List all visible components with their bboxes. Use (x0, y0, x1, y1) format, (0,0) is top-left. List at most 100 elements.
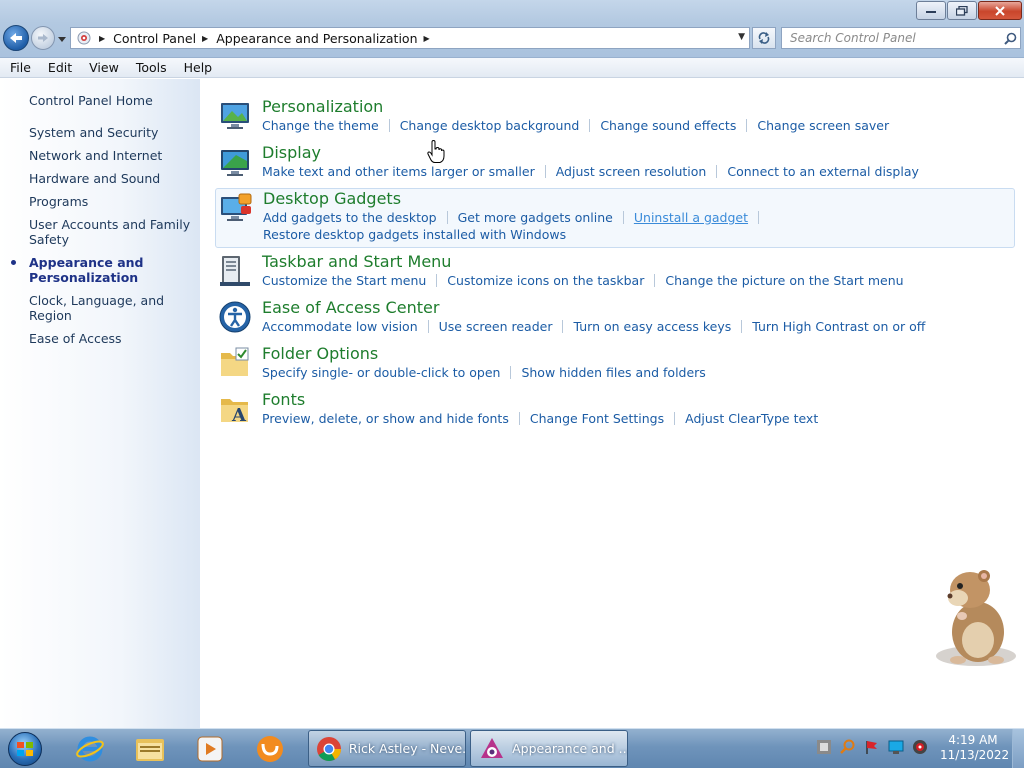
ease-of-access-icon[interactable] (218, 300, 252, 334)
uc-browser-button[interactable] (244, 731, 296, 767)
media-player-button[interactable] (184, 731, 236, 767)
left-navigation-pane: Control Panel Home System and Security Ne… (0, 79, 200, 729)
menu-edit[interactable]: Edit (38, 60, 79, 75)
taskbar-task-control-panel[interactable]: Appearance and ... (470, 730, 628, 767)
task-link[interactable]: Show hidden files and folders (521, 365, 705, 380)
refresh-button[interactable] (752, 27, 776, 49)
sidebar-item[interactable]: Clock, Language, and Region (29, 293, 197, 323)
category-title[interactable]: Fonts (262, 390, 305, 409)
tray-search-icon[interactable] (840, 739, 856, 755)
sidebar-item[interactable]: Ease of Access (29, 331, 197, 346)
task-link[interactable]: Change desktop background (400, 118, 580, 133)
search-icon[interactable] (1000, 32, 1020, 45)
network-icon[interactable] (888, 739, 904, 755)
category-title[interactable]: Folder Options (262, 344, 378, 363)
personalization-icon[interactable] (218, 99, 252, 133)
sidebar-item-label: Ease of Access (29, 331, 122, 346)
sidebar-item[interactable]: User Accounts and Family Safety (29, 217, 197, 247)
search-box[interactable]: Search Control Panel (781, 27, 1021, 49)
sidebar-item[interactable]: Hardware and Sound (29, 171, 197, 186)
fonts-icon[interactable]: A (218, 392, 252, 426)
desktop-gadgets-icon[interactable] (219, 191, 253, 225)
category-title[interactable]: Taskbar and Start Menu (262, 252, 451, 271)
task-link[interactable]: Change the picture on the Start menu (665, 273, 903, 288)
breadcrumb-separator[interactable]: ▶ (424, 34, 430, 43)
hamster-gadget-icon (936, 570, 1016, 666)
task-link[interactable]: Specify single- or double-click to open (262, 365, 500, 380)
menu-bar: File Edit View Tools Help (0, 58, 1024, 78)
task-link[interactable]: Customize icons on the taskbar (447, 273, 644, 288)
sidebar-item[interactable]: Network and Internet (29, 148, 197, 163)
control-panel-home-link[interactable]: Control Panel Home (29, 93, 153, 108)
taskbar-task-label: Rick Astley - Neve... (348, 741, 465, 756)
tray-app-icon[interactable] (816, 739, 832, 755)
task-link[interactable]: Change Font Settings (530, 411, 664, 426)
menu-tools[interactable]: Tools (126, 60, 174, 75)
uc-browser-icon (257, 736, 283, 762)
display-icon[interactable] (218, 145, 252, 179)
task-link[interactable]: Add gadgets to the desktop (263, 210, 437, 225)
volume-icon[interactable] (912, 739, 928, 755)
task-link[interactable]: Get more gadgets online (458, 210, 613, 225)
breadcrumb-control-panel[interactable]: Control Panel (113, 31, 196, 46)
forward-button[interactable] (31, 26, 55, 50)
arrow-left-icon (10, 33, 22, 43)
task-link[interactable]: Adjust screen resolution (556, 164, 707, 179)
task-link[interactable]: Uninstall a gadget (634, 210, 748, 225)
internet-explorer-button[interactable] (64, 731, 116, 767)
category-fonts: A Fonts Preview, delete, or show and hide … (215, 390, 1015, 430)
start-button[interactable] (5, 731, 45, 767)
sidebar-item[interactable]: Programs (29, 194, 197, 209)
address-bar[interactable]: ▶ Control Panel ▶ Appearance and Persona… (70, 27, 750, 49)
task-link[interactable]: Change screen saver (757, 118, 889, 133)
action-center-flag-icon[interactable] (864, 739, 880, 755)
category-title[interactable]: Ease of Access Center (262, 298, 439, 317)
recent-pages-dropdown[interactable] (57, 34, 67, 44)
address-dropdown-icon[interactable]: ▼ (738, 32, 745, 42)
menu-view[interactable]: View (79, 60, 126, 75)
task-link[interactable]: Accommodate low vision (262, 319, 418, 334)
breadcrumb-appearance[interactable]: Appearance and Personalization (216, 31, 417, 46)
minimize-button[interactable] (916, 1, 946, 20)
link-separator (589, 119, 591, 132)
category-title[interactable]: Desktop Gadgets (263, 189, 401, 208)
task-link[interactable]: Change the theme (262, 118, 379, 133)
menu-help[interactable]: Help (174, 60, 220, 75)
task-link[interactable]: Turn on easy access keys (573, 319, 731, 334)
sidebar-item[interactable]: System and Security (29, 125, 197, 140)
breadcrumb-separator[interactable]: ▶ (202, 34, 208, 43)
task-link[interactable]: Make text and other items larger or smal… (262, 164, 535, 179)
search-input[interactable]: Search Control Panel (782, 31, 1000, 45)
chevron-down-icon (58, 36, 66, 42)
windows-explorer-button[interactable] (124, 731, 176, 767)
control-panel-icon (75, 29, 93, 47)
task-link[interactable]: Change sound effects (600, 118, 736, 133)
task-link[interactable]: Connect to an external display (727, 164, 919, 179)
task-link[interactable]: Use screen reader (439, 319, 553, 334)
back-button[interactable] (3, 25, 29, 51)
task-link[interactable]: Customize the Start menu (262, 273, 426, 288)
sidebar-item-label: Programs (29, 194, 89, 209)
task-link[interactable]: Turn High Contrast on or off (752, 319, 925, 334)
link-row: Restore desktop gadgets installed with W… (263, 226, 769, 243)
task-link[interactable]: Preview, delete, or show and hide fonts (262, 411, 509, 426)
restore-button[interactable] (947, 1, 977, 20)
menu-file[interactable]: File (0, 60, 38, 75)
folder-options-icon[interactable] (218, 346, 252, 380)
task-link[interactable]: Restore desktop gadgets installed with W… (263, 227, 566, 242)
close-button[interactable] (978, 1, 1022, 20)
link-separator (518, 412, 520, 425)
link-row: Specify single- or double-click to open S… (262, 364, 706, 381)
system-clock[interactable]: 4:19 AM 11/13/2022 (940, 733, 1009, 763)
taskbar-task-chrome[interactable]: Rick Astley - Neve... (308, 730, 466, 767)
show-desktop-button[interactable] (1012, 729, 1024, 768)
taskbar-icon[interactable] (218, 254, 252, 288)
link-separator (562, 320, 564, 333)
link-row: Preview, delete, or show and hide fonts C… (262, 410, 818, 427)
refresh-icon (758, 32, 770, 44)
category-title[interactable]: Personalization (262, 97, 383, 116)
category-title[interactable]: Display (262, 143, 321, 162)
category-links: Make text and other items larger or smal… (262, 163, 919, 180)
media-player-icon (197, 736, 223, 762)
task-link[interactable]: Adjust ClearType text (685, 411, 818, 426)
